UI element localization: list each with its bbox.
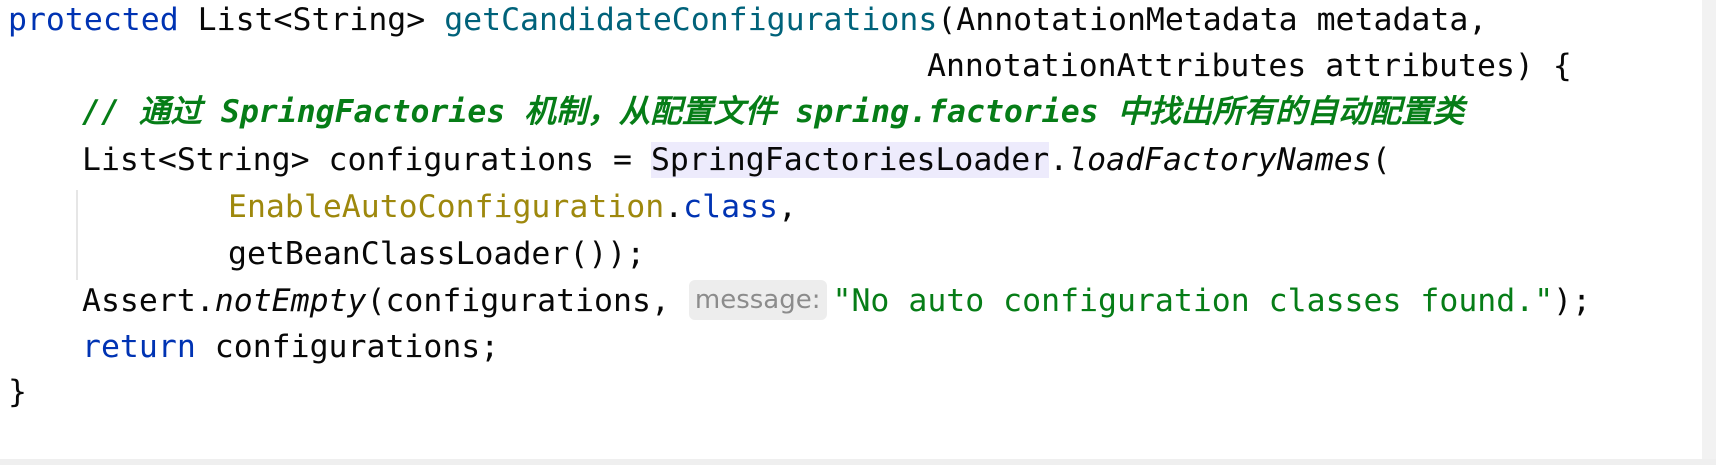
dot-operator: . (1049, 142, 1069, 178)
assert-args-end: ); (1553, 283, 1592, 319)
method-params-start: (AnnotationMetadata metadata, (937, 2, 1488, 38)
assert-args-start: (configurations, (366, 283, 689, 319)
code-line-4[interactable]: List<String> configurations = SpringFact… (82, 134, 1391, 186)
code-line-2[interactable]: AnnotationAttributes attributes) { (927, 40, 1572, 92)
bottom-edge (0, 459, 1716, 465)
enable-auto-configuration-class[interactable]: EnableAutoConfiguration (228, 189, 664, 225)
return-type: List<String> (197, 2, 426, 38)
indent-guide (76, 190, 78, 280)
loader-class-reference[interactable]: SpringFactoriesLoader (650, 142, 1050, 178)
code-line-8[interactable]: return configurations; (82, 321, 499, 373)
class-keyword: class (683, 189, 778, 225)
code-line-3[interactable]: // 通过 SpringFactories 机制，从配置文件 spring.fa… (82, 86, 1464, 138)
not-empty-method[interactable]: notEmpty (215, 283, 367, 319)
code-line-5[interactable]: EnableAutoConfiguration.class, (228, 181, 797, 233)
return-value: configurations; (195, 329, 500, 365)
keyword-protected: protected (8, 2, 179, 38)
comma: , (777, 189, 797, 225)
configurations-declaration: List<String> configurations = (82, 142, 651, 178)
message-string-literal: "No auto configuration classes found." (832, 283, 1554, 319)
code-line-9[interactable]: } (8, 366, 27, 418)
assert-class[interactable]: Assert (82, 283, 196, 319)
closing-brace: } (8, 374, 27, 410)
return-keyword: return (82, 329, 196, 365)
code-line-6[interactable]: getBeanClassLoader()); (228, 228, 645, 280)
parameter-hint: message: (688, 280, 827, 320)
open-paren: ( (1371, 142, 1391, 178)
dot-operator: . (195, 283, 215, 319)
method-params-end: AnnotationAttributes attributes) { (927, 48, 1572, 84)
code-editor[interactable]: protected List<String> getCandidateConfi… (0, 0, 1716, 465)
scrollbar-gutter[interactable] (1702, 0, 1716, 465)
code-line-7[interactable]: Assert.notEmpty(configurations, message:… (82, 275, 1591, 327)
code-comment: // 通过 SpringFactories 机制，从配置文件 spring.fa… (82, 94, 1465, 130)
dot-operator: . (664, 189, 684, 225)
get-bean-class-loader-call[interactable]: getBeanClassLoader()); (228, 236, 645, 272)
load-factory-names-method[interactable]: loadFactoryNames (1068, 142, 1371, 178)
method-name[interactable]: getCandidateConfigurations (444, 2, 937, 38)
